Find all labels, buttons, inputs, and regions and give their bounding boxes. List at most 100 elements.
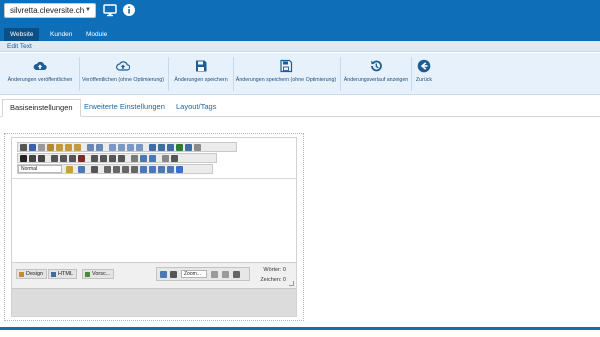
page-title: Edit Text: [7, 43, 32, 50]
zoom-select[interactable]: Zoom...: [181, 270, 207, 278]
undo-icon[interactable]: [87, 144, 94, 151]
tab-layout-tags[interactable]: Layout/Tags: [169, 99, 223, 117]
copy-icon[interactable]: [47, 144, 54, 151]
site-selector[interactable]: silvretta.cleversite.ch ▼: [4, 3, 96, 18]
main-nav: Website Kunden Module: [0, 24, 600, 41]
save-icon: [196, 60, 207, 72]
font-color-icon[interactable]: [78, 166, 85, 173]
insert-date-icon[interactable]: [140, 166, 147, 173]
cloud-upload-outline-icon: [116, 61, 130, 71]
separator: [168, 57, 169, 91]
history-button[interactable]: Änderungsverlauf anzeigen: [342, 53, 410, 95]
action-toolbar: Änderungen veröffentlichen Veröffentlich…: [0, 53, 600, 95]
nav-tab-module[interactable]: Module: [80, 28, 113, 41]
preview-mode-button[interactable]: Vorsc...: [82, 269, 115, 279]
char-count: Zeichen: 0: [260, 277, 286, 283]
subscript-icon[interactable]: [122, 166, 129, 173]
editor-toolbar-row-2: [17, 153, 217, 163]
mobile-view-icon[interactable]: [160, 271, 167, 278]
top-header: silvretta.cleversite.ch ▼: [0, 0, 600, 24]
publish-no-optimize-button[interactable]: Veröffentlichen (ohne Optimierung): [80, 53, 166, 95]
back-button[interactable]: Zurück: [413, 53, 435, 95]
design-mode-button[interactable]: Design: [16, 269, 48, 279]
indent-icon[interactable]: [91, 155, 98, 162]
superscript-icon[interactable]: [113, 166, 120, 173]
table-icon[interactable]: [176, 144, 183, 151]
tab-erweiterte-einstellungen[interactable]: Erweiterte Einstellungen: [77, 99, 172, 117]
word-count: Wörter: 0: [263, 267, 286, 273]
flash-icon[interactable]: [136, 144, 143, 151]
tag-icon[interactable]: [222, 271, 229, 278]
save-no-optimize-label: Änderungen speichern (ohne Optimierung): [235, 77, 337, 83]
monitor-icon[interactable]: [103, 3, 117, 17]
redo-icon[interactable]: [96, 144, 103, 151]
numbered-list-icon[interactable]: [109, 155, 116, 162]
footer-divider: [0, 327, 600, 330]
horizontal-rule-icon[interactable]: [162, 155, 169, 162]
nav-tab-kunden[interactable]: Kunden: [44, 28, 78, 41]
publish-button[interactable]: Änderungen veröffentlichen: [4, 53, 76, 95]
preview-icon: [85, 272, 90, 277]
bulleted-list-icon[interactable]: [118, 155, 125, 162]
html-mode-button[interactable]: HTML: [48, 269, 77, 279]
dropdown-icon[interactable]: [20, 144, 27, 151]
image-icon[interactable]: [109, 144, 116, 151]
paragraph-style-select[interactable]: Normal: [18, 165, 62, 173]
remove-icon[interactable]: [131, 166, 138, 173]
template-icon[interactable]: [185, 144, 192, 151]
info-icon[interactable]: [122, 3, 136, 17]
save-button[interactable]: Änderungen speichern: [170, 53, 232, 95]
italic-icon[interactable]: [29, 155, 36, 162]
design-icon: [19, 272, 24, 277]
nav-tab-website[interactable]: Website: [4, 28, 40, 41]
design-label: Design: [26, 271, 44, 277]
paste-icon[interactable]: [56, 144, 63, 151]
html-label: HTML: [58, 271, 73, 277]
highlight-icon[interactable]: [66, 166, 73, 173]
tab-basiseinstellungen[interactable]: Basiseinstellungen: [2, 99, 81, 117]
align-center-icon[interactable]: [60, 155, 67, 162]
underline-icon[interactable]: [38, 155, 45, 162]
justify-icon[interactable]: [78, 155, 85, 162]
page-icon[interactable]: [158, 166, 165, 173]
box-icon[interactable]: [149, 155, 156, 162]
help-icon[interactable]: [176, 166, 183, 173]
paragraph-icon[interactable]: [91, 166, 98, 173]
clear-format-icon[interactable]: [131, 155, 138, 162]
save-outline-icon: [280, 59, 293, 73]
statistics-icon[interactable]: [233, 271, 240, 278]
publish-no-optimize-label: Veröffentlichen (ohne Optimierung): [81, 77, 165, 83]
paste-word-icon[interactable]: [74, 144, 81, 151]
special-char-icon[interactable]: [171, 155, 178, 162]
align-left-icon[interactable]: [51, 155, 58, 162]
editor-toolbar-row-1: [17, 142, 237, 152]
strikethrough-icon[interactable]: [104, 166, 111, 173]
find-icon[interactable]: [29, 144, 36, 151]
about-icon[interactable]: [167, 166, 174, 173]
bold-icon[interactable]: [20, 155, 27, 162]
resize-handle[interactable]: [289, 281, 294, 286]
chevron-down-icon: ▼: [85, 7, 91, 13]
spellcheck-icon[interactable]: [194, 144, 201, 151]
cut-icon[interactable]: [38, 144, 45, 151]
anchor-icon[interactable]: [167, 144, 174, 151]
settings-tabs: Basiseinstellungen Erweiterte Einstellun…: [0, 95, 600, 117]
link-icon[interactable]: [149, 144, 156, 151]
back-arrow-icon: [417, 59, 431, 73]
outdent-icon[interactable]: [100, 155, 107, 162]
fullscreen-icon[interactable]: [170, 271, 177, 278]
document-icon[interactable]: [127, 144, 134, 151]
unlink-icon[interactable]: [158, 144, 165, 151]
module-icon[interactable]: [211, 271, 218, 278]
media-icon[interactable]: [118, 144, 125, 151]
styles-icon[interactable]: [140, 155, 147, 162]
paste-text-icon[interactable]: [65, 144, 72, 151]
save-label: Änderungen speichern: [174, 77, 228, 83]
editor-content-area[interactable]: [12, 178, 296, 262]
history-icon: [371, 60, 382, 72]
separator: [411, 57, 412, 91]
save-no-optimize-button[interactable]: Änderungen speichern (ohne Optimierung): [234, 53, 338, 95]
align-right-icon[interactable]: [69, 155, 76, 162]
preview-label: Vorsc...: [92, 271, 111, 277]
insert-time-icon[interactable]: [149, 166, 156, 173]
